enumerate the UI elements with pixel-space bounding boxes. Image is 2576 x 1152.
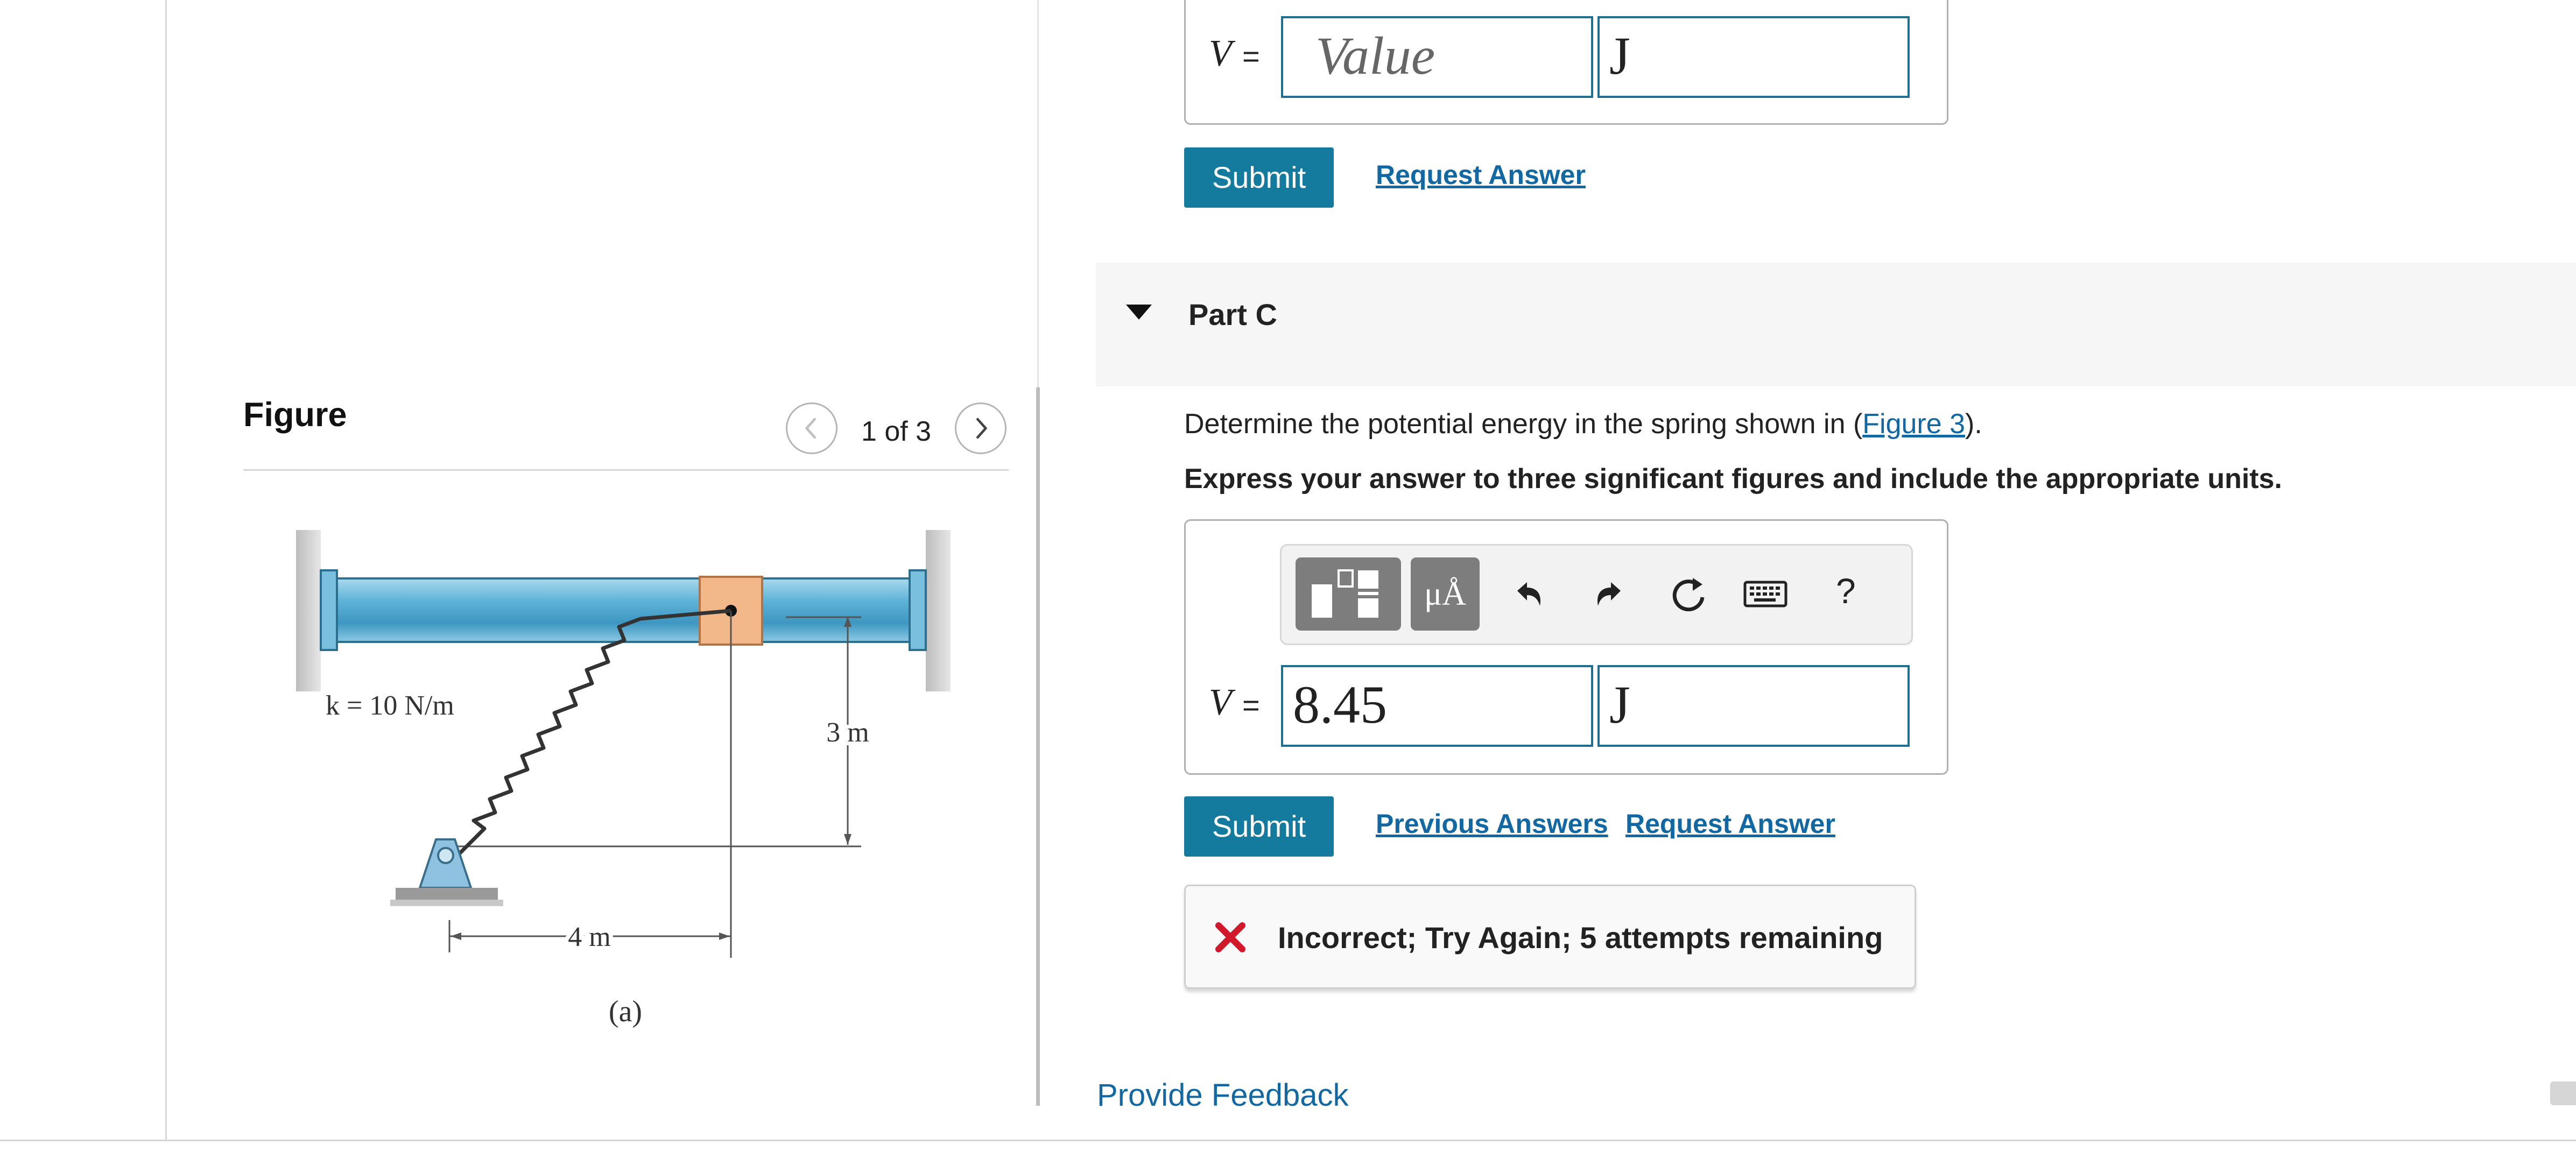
part-b-submit-button[interactable]: Submit xyxy=(1184,147,1334,208)
chevron-right-icon xyxy=(976,418,987,439)
redo-icon[interactable] xyxy=(1588,573,1631,616)
help-button[interactable]: ? xyxy=(1836,570,1856,611)
keyboard-icon[interactable] xyxy=(1743,578,1787,610)
figure-prev-button[interactable] xyxy=(786,402,837,454)
part-c-question: Determine the potential energy in the sp… xyxy=(1184,408,1982,440)
part-c-instruction: Express your answer to three significant… xyxy=(1184,463,2282,494)
figure-header-divider xyxy=(243,469,1009,471)
vertical-dimension-label: 3 m xyxy=(826,717,869,748)
part-c-request-answer-link[interactable]: Request Answer xyxy=(1625,808,1835,839)
left-wall xyxy=(296,530,321,691)
spring-diagram: 3 m k = 10 N/m 4 m (a) xyxy=(296,530,951,1028)
spring xyxy=(440,609,731,873)
part-c-units-input[interactable]: J xyxy=(1597,665,1910,747)
undo-icon[interactable] xyxy=(1507,573,1550,616)
figure-caption: (a) xyxy=(609,995,642,1028)
previous-answers-link[interactable]: Previous Answers xyxy=(1376,808,1608,839)
scroll-indicator[interactable] xyxy=(2550,1082,2576,1105)
reset-icon[interactable] xyxy=(1667,571,1712,617)
beam xyxy=(320,577,927,643)
right-wall xyxy=(926,530,951,691)
part-c-header[interactable] xyxy=(1096,263,2576,386)
part-c-value-input[interactable]: 8.45 xyxy=(1281,665,1593,747)
spring-constant-label: k = 10 N/m xyxy=(326,690,454,721)
figure-title: Figure xyxy=(243,396,347,434)
part-b-request-answer-link[interactable]: Request Answer xyxy=(1376,159,1586,190)
symbols-label: μÅ xyxy=(1424,576,1466,612)
math-toolbar: μÅ ? xyxy=(1280,544,1913,645)
panel-divider-scrollbar[interactable] xyxy=(1036,387,1040,1106)
symbols-button[interactable]: μÅ xyxy=(1411,557,1480,631)
left-page-border xyxy=(165,0,167,1141)
feedback-text: Incorrect; Try Again; 5 attempts remaini… xyxy=(1278,921,1883,955)
part-c-equals: = xyxy=(1242,688,1260,722)
part-c-submit-button[interactable]: Submit xyxy=(1184,796,1334,857)
x-mark-icon xyxy=(1215,922,1245,952)
chevron-left-icon xyxy=(805,418,816,439)
provide-feedback-link[interactable]: Provide Feedback xyxy=(1097,1077,1348,1113)
figure-counter: 1 of 3 xyxy=(861,416,932,447)
horizontal-dimension-label: 4 m xyxy=(568,922,610,952)
templates-icon xyxy=(1312,569,1378,618)
templates-button[interactable] xyxy=(1296,557,1401,631)
figure-next-button[interactable] xyxy=(955,402,1007,454)
figure-3-link[interactable]: Figure 3 xyxy=(1862,408,1965,440)
part-b-variable: V xyxy=(1209,33,1232,74)
part-c-variable: V xyxy=(1209,682,1232,723)
bottom-border xyxy=(0,1140,2576,1141)
part-c-title: Part C xyxy=(1188,298,1277,331)
caret-down-icon[interactable] xyxy=(1125,303,1153,321)
part-b-units-input[interactable]: J xyxy=(1597,16,1910,98)
part-b-equals: = xyxy=(1242,39,1260,73)
panel-divider xyxy=(1037,0,1039,387)
part-b-value-input[interactable]: Value xyxy=(1281,16,1593,98)
